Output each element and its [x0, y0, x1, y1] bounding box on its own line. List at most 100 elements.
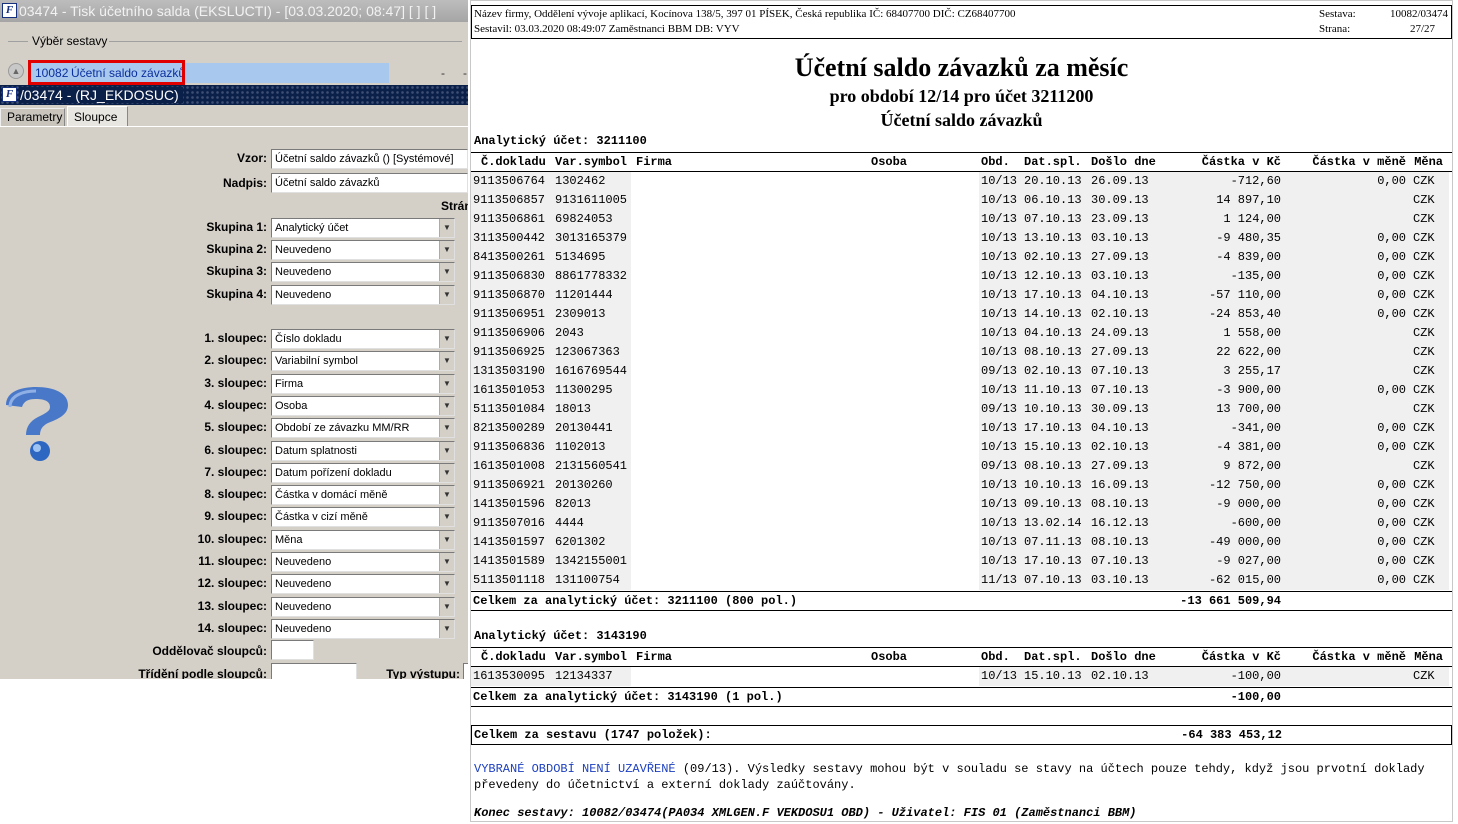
column-header: Částka v měně	[1312, 155, 1406, 169]
column-select[interactable]: Období ze závazku MM/RR ▼	[271, 418, 455, 438]
chevron-down-icon: ▼	[439, 219, 454, 237]
document-number: 1413501596	[473, 497, 546, 511]
currency: CZK	[1413, 174, 1435, 188]
page-label: Strán	[441, 199, 468, 213]
currency: CZK	[1413, 573, 1435, 587]
variable-symbol: 6201302	[555, 535, 606, 549]
variable-symbol: 2043	[555, 326, 584, 340]
currency: CZK	[1413, 364, 1435, 378]
column-label: 8. sloupec:	[204, 487, 267, 501]
sort-columns-field[interactable]	[271, 663, 357, 679]
help-question-icon[interactable]	[0, 383, 70, 463]
row-dash: -	[463, 66, 467, 80]
subwindow-titlebar[interactable]: /03474 - (RJ_EKDOSUC)	[0, 85, 468, 105]
template-label: Vzor:	[237, 151, 267, 165]
document-number: 5113501118	[473, 573, 546, 587]
column-select[interactable]: Částka v domácí měně ▼	[271, 485, 455, 505]
currency: CZK	[1413, 307, 1435, 321]
period: 10/13	[981, 535, 1018, 549]
currency: CZK	[1413, 383, 1435, 397]
variable-symbol: 2309013	[555, 307, 606, 321]
column-select[interactable]: Neuvedeno ▼	[271, 619, 455, 639]
document-number: 9113506906	[473, 326, 546, 340]
section-total-label: Celkem za analytický účet: 3143190 (1 po…	[473, 690, 783, 704]
document-number: 1413501589	[473, 554, 546, 568]
amount-czk: -62 015,00	[1208, 573, 1281, 587]
variable-symbol: 11201444	[555, 288, 613, 302]
sort-columns-label: Třídění podle sloupců:	[138, 667, 267, 679]
column-separator-field[interactable]	[271, 640, 314, 660]
currency: CZK	[1413, 554, 1435, 568]
table-header: Č.dokladu Var.symbol Firma Osoba Obd. Dat.spl…	[471, 152, 1452, 172]
tab-parametry[interactable]: Parametry	[0, 108, 65, 127]
chevron-down-icon: ▼	[439, 575, 454, 593]
row-up-icon[interactable]: ▲	[8, 63, 24, 79]
column-select[interactable]: Osoba ▼	[271, 396, 455, 416]
currency: CZK	[1413, 421, 1435, 435]
section-label: Analytický účet: 3211100	[474, 134, 647, 148]
currency: CZK	[1413, 478, 1435, 492]
amount-czk: -100,00	[1230, 669, 1281, 683]
group-select[interactable]: Neuvedeno ▼	[271, 285, 455, 305]
heading-field[interactable]: Účetní saldo závazků	[271, 173, 468, 193]
period: 10/13	[981, 383, 1018, 397]
due-date: 13.02.14	[1024, 516, 1082, 530]
table-row: 1613501008 2131560541 09/13 08.10.13 27.09.1…	[471, 457, 1452, 476]
due-date: 17.10.13	[1024, 421, 1082, 435]
column-select[interactable]: Neuvedeno ▼	[271, 574, 455, 594]
column-value: Neuvedeno	[275, 556, 332, 568]
column-select[interactable]: Neuvedeno ▼	[271, 597, 455, 617]
amount-czk: 1 558,00	[1223, 326, 1281, 340]
column-select[interactable]: Datum splatnosti ▼	[271, 441, 455, 461]
heading-label: Nadpis:	[222, 176, 267, 190]
chevron-down-icon: ▼	[439, 464, 454, 482]
amount-czk: -3 900,00	[1216, 383, 1281, 397]
document-number: 9113506951	[473, 307, 546, 321]
column-select[interactable]: Číslo dokladu ▼	[271, 329, 455, 349]
column-value: Firma	[275, 378, 304, 390]
variable-symbol: 1102013	[555, 440, 606, 454]
column-select[interactable]: Částka v cizí měně ▼	[271, 507, 455, 527]
column-header: Firma	[636, 650, 673, 664]
received-date: 02.10.13	[1091, 440, 1149, 454]
amount-currency: 0,00	[1377, 250, 1406, 264]
variable-symbol: 2131560541	[555, 459, 628, 473]
column-header: Měna	[1414, 650, 1443, 664]
output-type-field[interactable]	[463, 663, 468, 679]
received-date: 23.09.13	[1091, 212, 1149, 226]
period: 10/13	[981, 497, 1018, 511]
chevron-down-icon: ▼	[439, 531, 454, 549]
period: 11/13	[981, 573, 1018, 587]
column-label: 2. sloupec:	[204, 353, 267, 367]
column-select[interactable]: Měna ▼	[271, 530, 455, 550]
amount-currency: 0,00	[1377, 554, 1406, 568]
currency: CZK	[1413, 269, 1435, 283]
group-select[interactable]: Neuvedeno ▼	[271, 240, 455, 260]
column-header: Došlo dne	[1091, 650, 1156, 664]
chevron-down-icon: ▼	[439, 508, 454, 526]
table-row: 9113506906 2043 10/13 04.10.13 24.09.13 1 558…	[471, 324, 1452, 343]
variable-symbol: 8861778332	[555, 269, 628, 283]
group-select[interactable]: Analytický účet ▼	[271, 218, 455, 238]
received-date: 03.10.13	[1091, 269, 1149, 283]
section-total-row: Celkem za analytický účet: 3211100 (800 …	[471, 591, 1452, 611]
column-select[interactable]: Firma ▼	[271, 374, 455, 394]
template-field[interactable]: Účetní saldo závazků () [Systémové]	[271, 149, 468, 169]
amount-currency: 0,00	[1377, 231, 1406, 245]
amount-czk: 13 700,00	[1216, 402, 1281, 416]
column-select[interactable]: Neuvedeno ▼	[271, 552, 455, 572]
tab-sloupce[interactable]: Sloupce	[67, 106, 128, 127]
group-select[interactable]: Neuvedeno ▼	[271, 262, 455, 282]
column-select[interactable]: Variabilní symbol ▼	[271, 351, 455, 371]
chevron-down-icon: ▼	[439, 553, 454, 571]
window-titlebar[interactable]: 03474 - Tisk účetního salda (EKSLUCTI) -…	[0, 0, 468, 22]
currency: CZK	[1413, 345, 1435, 359]
amount-czk: -341,00	[1230, 421, 1281, 435]
variable-symbol: 11300295	[555, 383, 613, 397]
document-number: 9113506925	[473, 345, 546, 359]
column-select[interactable]: Datum pořízení dokladu ▼	[271, 463, 455, 483]
group-label: Skupina 4:	[206, 287, 267, 301]
received-date: 16.12.13	[1091, 516, 1149, 530]
amount-czk: 14 897,10	[1216, 193, 1281, 207]
currency: CZK	[1413, 231, 1435, 245]
